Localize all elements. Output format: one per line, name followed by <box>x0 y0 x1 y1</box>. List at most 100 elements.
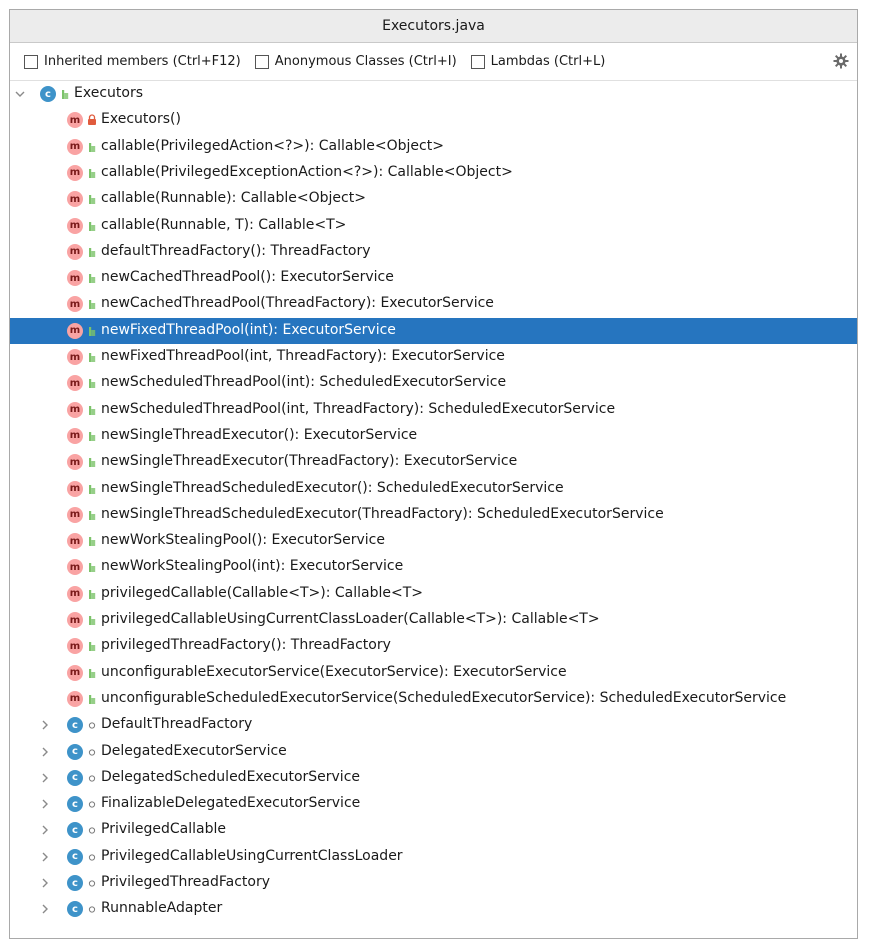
checkbox-box[interactable] <box>24 54 38 69</box>
tree-member-row[interactable]: m defaultThreadFactory(): ThreadFactory <box>10 239 857 265</box>
method-icon: m <box>67 585 83 602</box>
chevron-right-icon[interactable] <box>40 852 50 862</box>
chevron-right-icon[interactable] <box>40 825 50 835</box>
package-visibility-icon <box>87 824 97 836</box>
tree-inner-class-row[interactable]: c FinalizableDelegatedExecutorService <box>10 791 857 817</box>
tree-member-row[interactable]: m newWorkStealingPool(int): ExecutorServi… <box>10 554 857 580</box>
method-icon: m <box>67 112 83 129</box>
chevron-right-icon[interactable] <box>40 904 50 914</box>
structure-window: Executors.java Inherited members (Ctrl+F… <box>9 9 858 939</box>
method-icon: m <box>67 533 83 550</box>
tree-inner-class-row[interactable]: c PrivilegedCallableUsingCurrentClassLoad… <box>10 844 857 870</box>
tree-member-row[interactable]: m newWorkStealingPool(): ExecutorService <box>10 528 857 554</box>
method-icon: m <box>67 349 83 365</box>
method-icon: m <box>67 506 83 523</box>
tree-member-row[interactable]: m callable(Runnable, T): Callable<T> <box>10 213 857 239</box>
public-visibility-icon <box>87 351 97 363</box>
tree-inner-class-row[interactable]: c PrivilegedThreadFactory <box>10 870 857 896</box>
public-visibility-icon <box>87 509 97 521</box>
tree-member-row[interactable]: m newSingleThreadScheduledExecutor(): Sch… <box>10 476 857 502</box>
tree-inner-class-row[interactable]: c DelegatedScheduledExecutorService <box>10 765 857 791</box>
anonymous-classes-checkbox[interactable]: Anonymous Classes (Ctrl+I) <box>254 54 457 69</box>
public-visibility-icon <box>87 404 97 416</box>
public-visibility-icon <box>87 298 97 310</box>
method-icon: m <box>67 243 83 260</box>
method-icon: m <box>67 612 83 628</box>
class-icon: c <box>67 875 83 891</box>
tree-member-row[interactable]: m callable(PrivilegedAction<?>): Callable… <box>10 134 857 160</box>
tree-member-row[interactable]: m Executors() <box>10 107 857 133</box>
package-visibility-icon <box>87 746 97 758</box>
package-visibility-icon <box>87 877 97 889</box>
class-label: Executors <box>74 85 143 101</box>
public-visibility-icon <box>87 220 97 232</box>
tree-member-row[interactable]: m unconfigurableExecutorService(ExecutorS… <box>10 660 857 686</box>
class-label: PrivilegedThreadFactory <box>101 874 270 890</box>
tree-inner-class-row[interactable]: c RunnableAdapter <box>10 896 857 922</box>
tree-inner-class-row[interactable]: c DefaultThreadFactory <box>10 712 857 738</box>
chevron-down-icon[interactable] <box>15 89 25 99</box>
window-title: Executors.java <box>382 18 485 34</box>
member-label: newSingleThreadExecutor(): ExecutorServi… <box>101 426 418 443</box>
lambdas-checkbox[interactable]: Lambdas (Ctrl+L) <box>470 54 605 69</box>
class-label: DelegatedScheduledExecutorService <box>101 768 361 785</box>
checkbox-box[interactable] <box>470 54 485 69</box>
method-icon: m <box>67 401 83 418</box>
lock-icon <box>87 114 97 126</box>
member-label: newFixedThreadPool(int): ExecutorService <box>101 321 396 338</box>
checkbox-box[interactable] <box>254 54 269 69</box>
package-visibility-icon <box>87 719 97 731</box>
member-label: Executors() <box>101 111 181 128</box>
tree-inner-class-row[interactable]: c PrivilegedCallable <box>10 817 857 843</box>
tree-member-row[interactable]: m newSingleThreadScheduledExecutor(Thread… <box>10 502 857 528</box>
package-visibility-icon <box>87 798 97 810</box>
member-label: newSingleThreadScheduledExecutor(ThreadF… <box>101 505 664 522</box>
tree-member-row[interactable]: m newFixedThreadPool(int): ExecutorServic… <box>10 317 857 344</box>
method-icon: m <box>67 375 83 392</box>
member-label: unconfigurableExecutorService(ExecutorSe… <box>101 663 567 680</box>
member-label: newCachedThreadPool(): ExecutorService <box>101 269 394 286</box>
member-label: privilegedCallableUsingCurrentClassLoade… <box>101 611 600 627</box>
tree-member-row[interactable]: m privilegedThreadFactory(): ThreadFactor… <box>10 633 857 659</box>
public-visibility-icon <box>87 588 97 600</box>
tree-member-row[interactable]: m newCachedThreadPool(ThreadFactory): Exe… <box>10 291 857 317</box>
public-visibility-icon <box>87 272 97 284</box>
member-label: defaultThreadFactory(): ThreadFactory <box>101 242 371 259</box>
window-titlebar: Executors.java <box>10 10 857 43</box>
tree-member-row[interactable]: m newFixedThreadPool(int, ThreadFactory):… <box>10 344 857 370</box>
package-visibility-icon <box>87 851 97 863</box>
chevron-right-icon[interactable] <box>40 878 50 888</box>
inherited-members-checkbox[interactable]: Inherited members (Ctrl+F12) <box>24 54 241 69</box>
tree-member-row[interactable]: m unconfigurableScheduledExecutorService(… <box>10 686 857 712</box>
member-label: unconfigurableScheduledExecutorService(S… <box>101 689 787 706</box>
chevron-right-icon[interactable] <box>40 747 50 757</box>
member-label: callable(PrivilegedExceptionAction<?>): … <box>101 163 513 180</box>
chevron-right-icon[interactable] <box>40 799 50 809</box>
method-icon: m <box>67 454 83 471</box>
member-label: privilegedCallable(Callable<T>): Callabl… <box>101 584 424 601</box>
method-icon: m <box>67 322 83 339</box>
method-icon: m <box>67 164 83 181</box>
tree-member-row[interactable]: m privilegedCallable(Callable<T>): Callab… <box>10 581 857 607</box>
tree-root-executors[interactable]: c Executors <box>10 81 857 107</box>
chevron-right-icon[interactable] <box>40 720 50 730</box>
filter-toolbar: Inherited members (Ctrl+F12) Anonymous C… <box>10 43 857 81</box>
tree-member-row[interactable]: m newSingleThreadExecutor(): ExecutorServ… <box>10 423 857 449</box>
public-visibility-icon <box>87 167 97 179</box>
package-visibility-icon <box>87 903 97 915</box>
chevron-right-icon[interactable] <box>40 773 50 783</box>
tree-member-row[interactable]: m callable(PrivilegedExceptionAction<?>):… <box>10 160 857 186</box>
gear-icon[interactable] <box>833 53 849 69</box>
tree-member-row[interactable]: m newScheduledThreadPool(int): ScheduledE… <box>10 370 857 396</box>
class-icon: c <box>67 769 83 786</box>
tree-member-row[interactable]: m callable(Runnable): Callable<Object> <box>10 186 857 212</box>
method-icon: m <box>67 296 83 313</box>
tree-member-row[interactable]: m newCachedThreadPool(): ExecutorService <box>10 265 857 291</box>
member-label: newSingleThreadScheduledExecutor(): Sche… <box>101 479 564 496</box>
tree-member-row[interactable]: m newScheduledThreadPool(int, ThreadFacto… <box>10 397 857 423</box>
tree-member-row[interactable]: m newSingleThreadExecutor(ThreadFactory):… <box>10 449 857 475</box>
tree-member-row[interactable]: m privilegedCallableUsingCurrentClassLoad… <box>10 607 857 633</box>
public-visibility-icon <box>87 561 97 573</box>
package-visibility-icon <box>87 772 97 784</box>
tree-inner-class-row[interactable]: c DelegatedExecutorService <box>10 739 857 765</box>
